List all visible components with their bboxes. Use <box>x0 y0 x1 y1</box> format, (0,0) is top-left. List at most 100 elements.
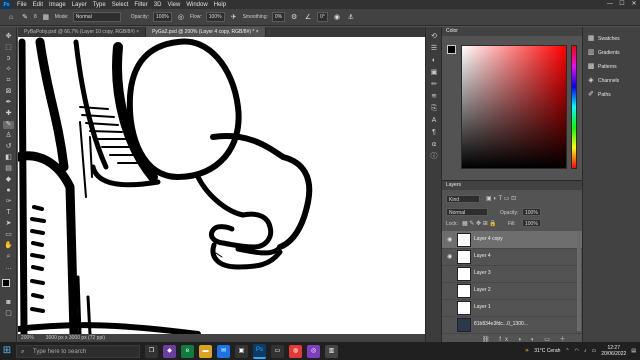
quick-select-tool-icon[interactable]: ✧ <box>3 66 14 74</box>
close-button[interactable]: ✕ <box>628 0 640 9</box>
layer-row[interactable]: 81b834e3fdc...0_1300... <box>442 316 583 334</box>
filter-icons[interactable]: ▣ ◐ T ▭ ⊡ <box>486 195 516 202</box>
more-tools-icon[interactable]: … <box>3 264 14 272</box>
brushes-icon[interactable]: ✏ <box>429 81 439 89</box>
adjustments-icon[interactable]: ◐ <box>429 57 439 65</box>
rectangle-tool-icon[interactable]: ▭ <box>3 231 14 239</box>
home-icon[interactable]: ⌂ <box>6 13 16 22</box>
libraries-icon[interactable]: ▣ <box>429 69 439 77</box>
document-canvas[interactable] <box>18 37 425 334</box>
pressure-opacity-icon[interactable]: ◎ <box>176 13 186 22</box>
menu-file[interactable]: File <box>14 2 30 8</box>
quick-mask-icon[interactable]: ◙ <box>3 299 14 307</box>
smoothing-input[interactable]: 0% <box>271 12 286 22</box>
eraser-tool-icon[interactable]: ◧ <box>3 154 14 162</box>
clock[interactable]: 12:27 20/06/2022 <box>601 345 626 357</box>
tray-expand-icon[interactable]: ⌃ <box>565 348 569 354</box>
layers-scrollbar[interactable] <box>577 231 581 331</box>
menu-edit[interactable]: Edit <box>30 2 46 8</box>
menu-layer[interactable]: Layer <box>69 2 90 8</box>
flow-input[interactable]: 100% <box>205 12 225 22</box>
gradients-tab[interactable]: ▥ Gradients <box>587 47 620 59</box>
airbrush-icon[interactable]: ✈ <box>229 13 239 22</box>
store-icon[interactable]: ▣ <box>235 344 248 358</box>
frame-tool-icon[interactable]: ⊠ <box>3 88 14 96</box>
blur-tool-icon[interactable]: ◆ <box>3 176 14 184</box>
mode-select[interactable]: Normal <box>72 12 121 22</box>
fill-input[interactable]: 100% <box>522 219 541 227</box>
menu-window[interactable]: Window <box>183 2 210 8</box>
layers-panel-title[interactable]: Layers <box>442 181 582 190</box>
app-icon[interactable]: ◆ <box>163 344 176 358</box>
menu-image[interactable]: Image <box>46 2 69 8</box>
weather-text[interactable]: 31°C Cerah <box>534 348 560 354</box>
layer-row[interactable]: ◉ Layer 4 copy <box>442 231 583 249</box>
brush-settings-panel-icon[interactable]: ≋ <box>429 93 439 101</box>
color-foreground-swatch[interactable] <box>447 45 456 54</box>
layer-opacity-input[interactable]: 100% <box>522 208 541 216</box>
minimize-button[interactable]: — <box>604 0 616 9</box>
history-brush-icon[interactable]: ↺ <box>3 143 14 151</box>
tab-pyga2[interactable]: PyGa2.psd @ 200% (Layer 4 copy, RGB/8#) … <box>146 27 266 37</box>
visibility-eye-icon[interactable]: ◉ <box>447 236 452 243</box>
lasso-tool-icon[interactable]: ↄ <box>3 55 14 63</box>
swatches-tab[interactable]: ▦ Swatches <box>587 33 620 45</box>
visibility-eye-icon[interactable]: ◉ <box>447 253 452 260</box>
paths-tab[interactable]: ✐ Paths <box>587 89 611 101</box>
menu-filter[interactable]: Filter <box>131 2 150 8</box>
healing-brush-icon[interactable]: ✚ <box>3 110 14 118</box>
clone-stamp-icon[interactable]: ♙ <box>3 132 14 140</box>
windows-start-icon[interactable]: ⊞ <box>0 342 14 360</box>
brush-settings-icon[interactable]: ▦ <box>41 13 51 22</box>
file-explorer-icon[interactable]: ▬ <box>199 344 212 358</box>
task-view-icon[interactable]: ❐ <box>145 344 158 358</box>
screen-mode-icon[interactable]: ▢ <box>3 310 14 318</box>
pen-tool-icon[interactable]: ✑ <box>3 198 14 206</box>
angle-input[interactable]: 0° <box>317 12 328 22</box>
artboard-tool-icon[interactable]: ⬚ <box>3 44 14 52</box>
channels-tab[interactable]: ◈ Channels <box>587 75 619 87</box>
menu-type[interactable]: Type <box>90 2 109 8</box>
app-icon[interactable]: ◎ <box>307 344 320 358</box>
brush-tool-preset-icon[interactable]: ✎ <box>20 13 30 22</box>
maximize-button[interactable]: ☐ <box>616 0 628 9</box>
smoothing-settings-icon[interactable]: ⚙ <box>289 13 299 22</box>
color-picker-field[interactable] <box>461 45 567 169</box>
chrome-icon[interactable]: ◍ <box>289 344 302 358</box>
character-icon[interactable]: A <box>429 117 439 125</box>
document-info[interactable]: 3000 px x 3000 px (72 ppi) <box>46 335 105 341</box>
brush-tool-icon[interactable]: ✎ <box>3 121 14 129</box>
move-tool-icon[interactable]: ✥ <box>3 33 14 41</box>
menu-help[interactable]: Help <box>211 2 229 8</box>
volume-icon[interactable]: ♪ <box>584 348 587 354</box>
glyphs-icon[interactable]: ⍺ <box>429 141 439 149</box>
blend-mode-select[interactable]: Normal <box>446 208 488 216</box>
edge-icon[interactable]: e <box>181 344 194 358</box>
tab-pybapoby[interactable]: PyBaPoby.psd @ 66,7% (Layer 10 copy, RGB… <box>18 27 147 37</box>
crop-tool-icon[interactable]: ⌗ <box>3 77 14 85</box>
hand-tool-icon[interactable]: ✋ <box>3 242 14 250</box>
layer-row[interactable]: Layer 2 <box>442 282 583 300</box>
layer-row[interactable]: ◉ Layer 4 <box>442 248 583 266</box>
brush-size-value[interactable]: 8 <box>34 14 37 20</box>
menu-select[interactable]: Select <box>109 2 132 8</box>
layer-filter-select[interactable]: Kind <box>446 195 480 203</box>
zoom-tool-icon[interactable]: ⌕ <box>3 253 14 261</box>
weather-icon[interactable]: ☀ <box>525 348 529 354</box>
layer-row[interactable]: Layer 1 <box>442 299 583 317</box>
zoom-level[interactable]: 200% <box>21 335 34 341</box>
network-icon[interactable]: ◠ <box>575 348 579 354</box>
path-select-icon[interactable]: ➤ <box>3 220 14 228</box>
app-icon[interactable]: ▭ <box>271 344 284 358</box>
photoshop-taskbar-icon[interactable]: Ps <box>253 343 266 359</box>
color-panel-title[interactable]: Color <box>442 27 582 36</box>
opacity-input[interactable]: 100% <box>153 12 172 22</box>
app-icon[interactable]: ▥ <box>325 344 338 358</box>
menu-3d[interactable]: 3D <box>151 2 165 8</box>
paragraph-icon[interactable]: ¶ <box>429 129 439 137</box>
notifications-icon[interactable]: ▤ <box>631 348 636 354</box>
battery-icon[interactable]: ▭ <box>592 348 597 354</box>
foreground-color-swatch[interactable] <box>2 279 10 287</box>
pressure-size-icon[interactable]: ◉ <box>332 13 342 22</box>
menu-view[interactable]: View <box>164 2 183 8</box>
